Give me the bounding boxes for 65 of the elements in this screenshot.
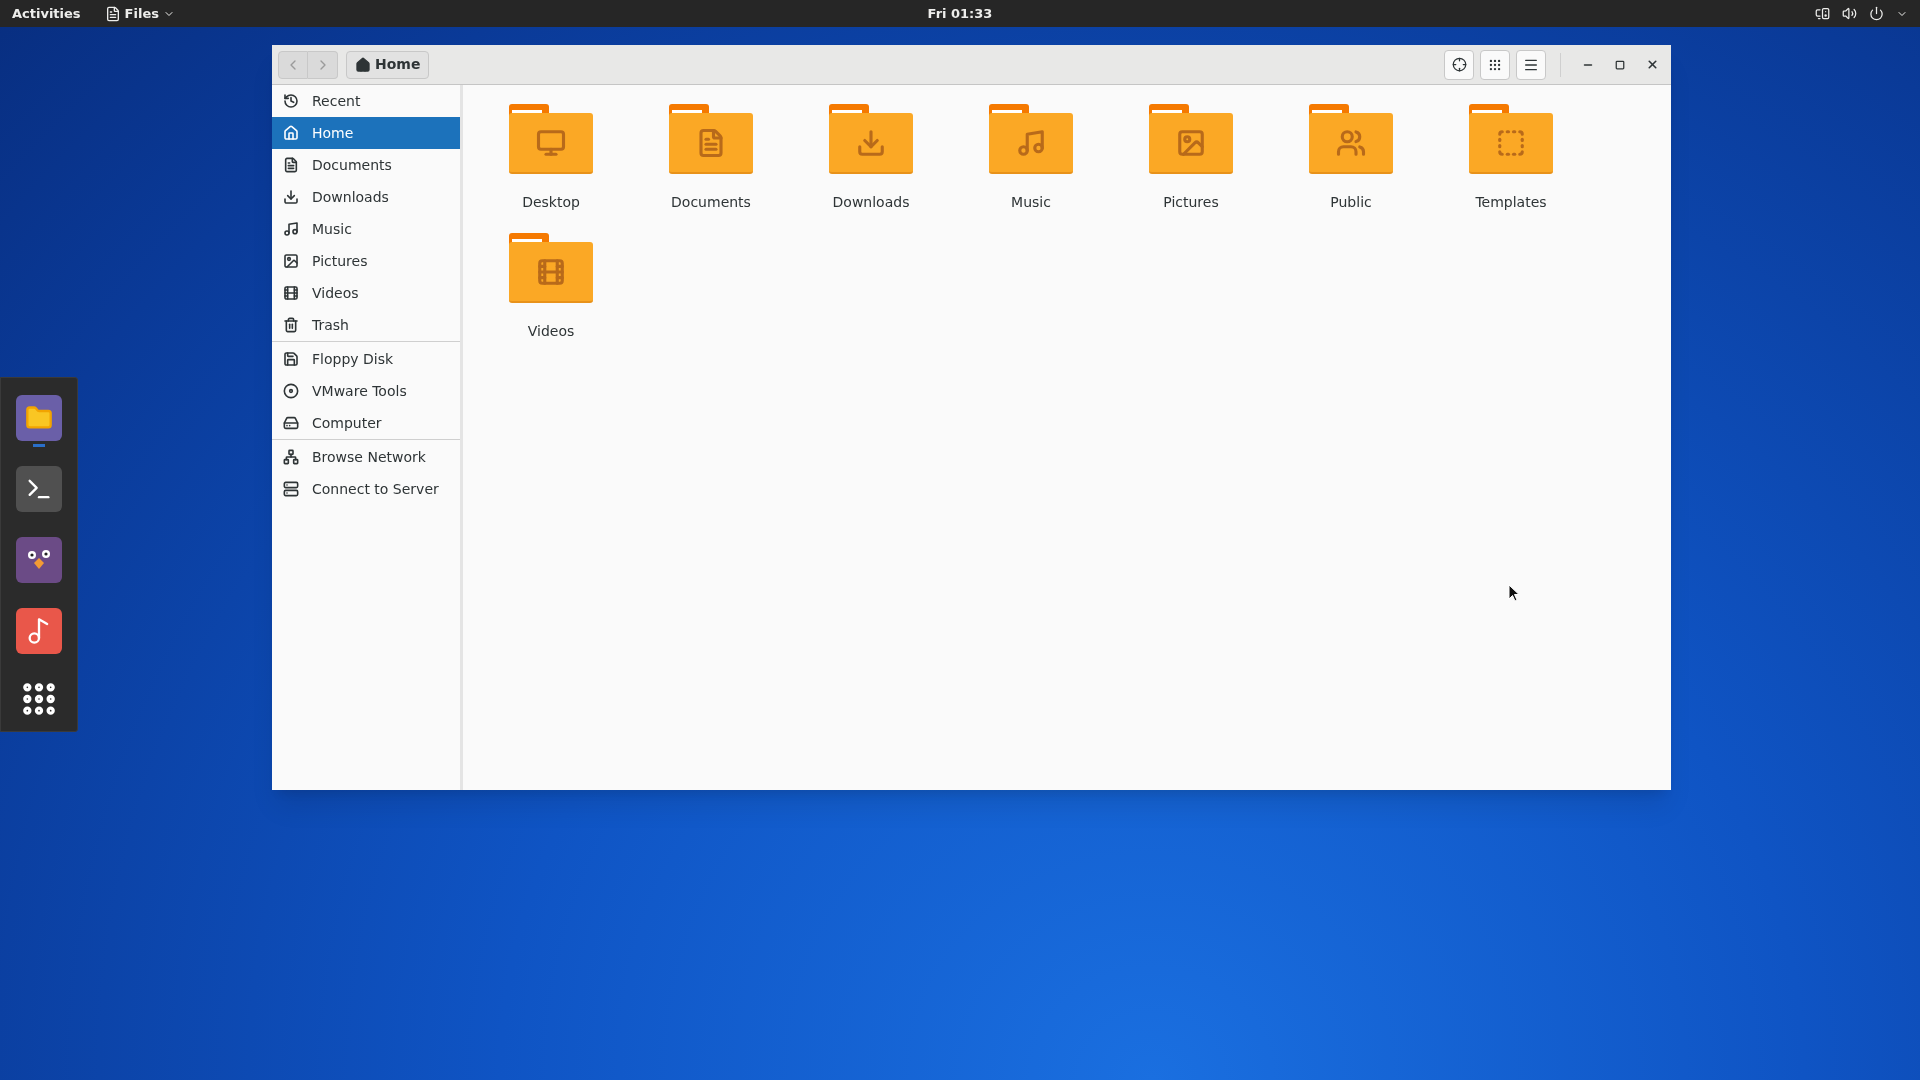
folder-icon [1469,104,1553,174]
sidebar-item[interactable]: Floppy Disk [272,343,460,375]
folder-item[interactable]: Templates [1431,104,1591,213]
folder-icon [989,104,1073,174]
documents-icon [283,157,299,173]
location-button[interactable] [1444,49,1474,80]
power-icon[interactable] [1869,6,1884,21]
sidebar-item[interactable]: Videos [272,277,460,309]
videos-icon [283,285,299,301]
folder-name: Videos [527,322,575,341]
pictures-icon [283,253,299,269]
folder-name: Desktop [522,193,580,212]
sidebar-item[interactable]: Documents [272,149,460,181]
sidebar-item[interactable]: Recent [272,85,460,117]
downloads-icon [283,189,299,205]
folder-name: Documents [671,193,751,212]
folder-icon [1149,104,1233,174]
recent-icon [283,93,299,109]
close-icon [1645,58,1659,71]
crosshair-icon [1451,57,1467,72]
folder-item[interactable]: Downloads [791,104,951,213]
trash-icon [283,317,299,333]
folder-item[interactable]: Music [951,104,1111,213]
sidebar-item[interactable]: Music [272,213,460,245]
sidebar-item[interactable]: Pictures [272,245,460,277]
clock[interactable]: Fri 01:33 [927,3,993,24]
mouse-pointer-icon [1508,584,1520,602]
folder-name: Music [1011,193,1051,212]
home-icon [283,125,299,141]
folder-name: Public [1330,193,1372,212]
disc-icon [283,383,299,399]
folder-icon [669,104,753,174]
folder-icon [1309,104,1393,174]
sidebar-item[interactable]: VMware Tools [272,375,460,407]
folder-name: Pictures [1163,193,1219,212]
folder-item[interactable]: Videos [471,233,631,342]
music-icon [283,221,299,237]
folder-name: Templates [1475,193,1547,212]
sidebar-item[interactable]: Connect to Server [272,473,460,505]
activities-button[interactable]: Activities [12,3,81,24]
folder-item[interactable]: Documents [631,104,791,213]
sidebar-item[interactable]: Home [272,117,460,149]
app-menu[interactable]: Files [104,3,175,24]
folder-name: Downloads [832,193,910,212]
grid-icon [1488,57,1502,72]
display-icon[interactable] [1815,6,1830,21]
sidebar-item[interactable]: Trash [272,309,460,341]
menu-button[interactable] [1516,49,1546,80]
server-icon [283,481,299,497]
volume-icon[interactable] [1842,6,1857,21]
path-button[interactable]: Home [346,50,430,79]
sidebar-item[interactable]: Downloads [272,181,460,213]
folder-item[interactable]: Public [1271,104,1431,213]
home-icon [355,56,371,73]
floppy-icon [283,351,299,367]
folder-icon [509,104,593,174]
sidebar-item[interactable]: Computer [272,407,460,439]
view-grid-button[interactable] [1480,49,1510,80]
folder-icon [509,233,593,303]
sidebar-item[interactable]: Browse Network [272,441,460,473]
folder-item[interactable]: Pictures [1111,104,1271,213]
maximize-icon [1615,59,1625,70]
network-icon [283,449,299,465]
folder-icon [829,104,913,174]
folder-item[interactable]: Desktop [471,104,631,213]
